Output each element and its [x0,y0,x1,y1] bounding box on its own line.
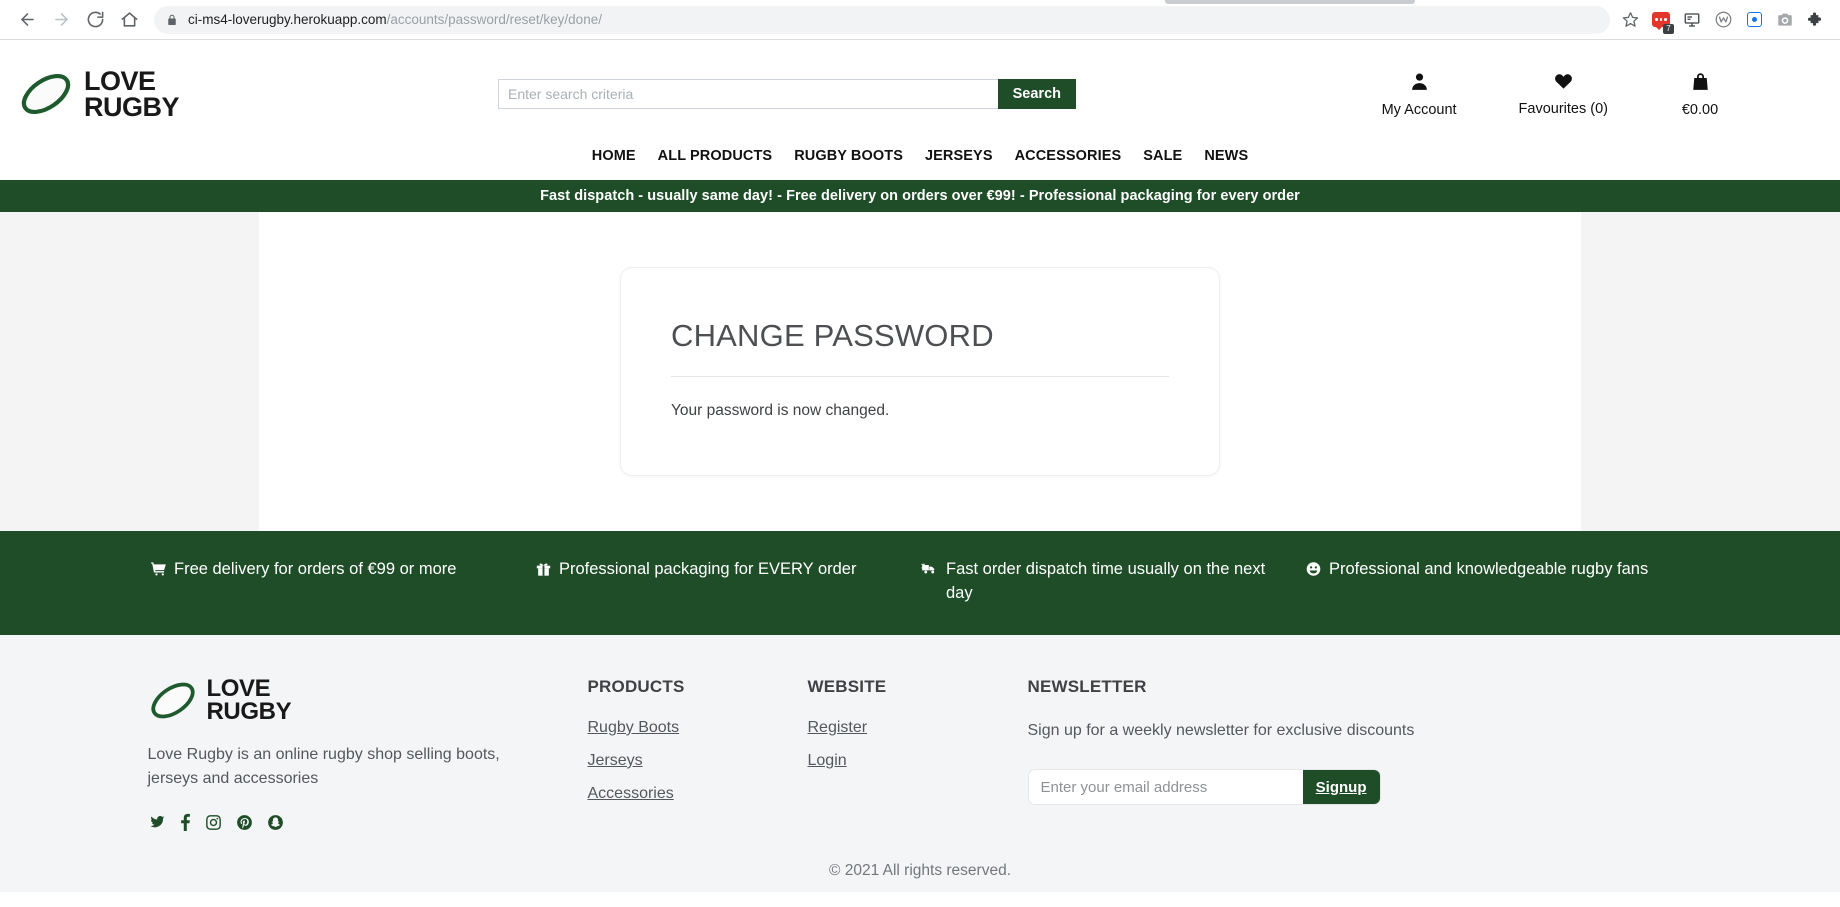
puzzle-extensions-icon[interactable] [1802,6,1830,34]
url-text: ci-ms4-loverugby.herokuapp.com/accounts/… [188,12,602,27]
change-password-card: CHANGE PASSWORD Your password is now cha… [620,267,1220,476]
shopping-bag-icon [1690,71,1711,97]
feature-free-delivery: Free delivery for orders of €99 or more [150,557,535,605]
nav-item-jerseys[interactable]: JERSEYS [925,148,993,164]
my-account-link[interactable]: My Account [1382,71,1457,118]
feature-dispatch: Fast order dispatch time usually on the … [920,557,1305,605]
website-root: LOVE RUGBY Search My Account [0,40,1840,892]
browser-toolbar: ci-ms4-loverugby.herokuapp.com/accounts/… [0,0,1840,40]
search-input[interactable] [498,79,998,109]
footer-link-jerseys[interactable]: Jerseys [588,752,643,769]
page-title: CHANGE PASSWORD [671,318,994,353]
nav-item-accessories[interactable]: ACCESSORIES [1015,148,1122,164]
header-actions: My Account Favourites (0) €0.00 [1382,71,1840,118]
heart-icon [1553,71,1574,96]
footer-products-heading: PRODUCTS [587,677,685,696]
feature-rugby-fans: Professional and knowledgeable rugby fan… [1305,557,1690,605]
site-search: Search [498,79,1076,109]
rugby-ball-icon [150,682,195,718]
footer-website-links: Register Login [808,719,1028,770]
footer-products-links: Rugby Boots Jerseys Accessories [588,719,808,803]
back-arrow-icon[interactable] [10,3,44,37]
newsletter-form: Signup [1027,769,1381,805]
favourites-label: Favourites (0) [1518,100,1608,117]
logo-line-2: RUGBY [84,92,180,122]
page-background: CHANGE PASSWORD Your password is now cha… [0,212,1840,531]
nav-item-all-products[interactable]: ALL PRODUCTS [658,148,773,164]
content-container: CHANGE PASSWORD Your password is now cha… [259,212,1581,531]
footer-logo[interactable]: LOVE RUGBY [148,677,538,725]
smiley-face-icon [1305,557,1322,584]
footer-logo-line-2: RUGBY [206,698,292,725]
social-links [148,813,538,836]
footer-link-accessories[interactable]: Accessories [588,785,674,802]
site-footer: LOVE RUGBY Love Rugby is an online rugby… [0,635,1840,892]
favourites-link[interactable]: Favourites (0) [1519,71,1608,117]
footer-website-heading: WEBSITE [807,677,887,696]
footer-newsletter-column: NEWSLETTER Sign up for a weekly newslett… [1027,677,1448,836]
footer-link-register[interactable]: Register [808,719,868,736]
copyright-text: © 2021 All rights reserved. [828,862,1011,879]
monitor-extension-icon[interactable] [1678,6,1706,34]
promo-banner: Fast dispatch - usually same day! - Free… [0,180,1840,212]
speech-bubble-extension-icon[interactable]: 7 [1647,6,1675,34]
feature-packaging: Professional packaging for EVERY order [535,557,920,605]
nav-item-sale[interactable]: SALE [1143,148,1182,164]
user-icon [1409,71,1430,97]
feature-text: Professional and knowledgeable rugby fan… [1329,560,1649,578]
camera-extension-icon[interactable] [1771,6,1799,34]
twitter-icon[interactable] [148,814,166,835]
footer-description: Love Rugby is an online rugby shop selli… [147,746,500,787]
reload-icon[interactable] [78,3,112,37]
nav-item-news[interactable]: NEWS [1204,148,1248,164]
footer-link-rugby-boots[interactable]: Rugby Boots [588,719,680,736]
footer-newsletter-heading: NEWSLETTER [1027,677,1147,696]
my-account-label: My Account [1381,101,1457,118]
cart-total-label: €0.00 [1681,101,1719,118]
url-domain: ci-ms4-loverugby.herokuapp.com [188,12,387,27]
newsletter-email-input[interactable] [1028,770,1303,804]
footer-products-column: PRODUCTS Rugby Boots Jerseys Accessories [588,677,808,836]
lock-icon [166,14,178,26]
nav-item-home[interactable]: HOME [592,148,636,164]
pinterest-icon[interactable] [236,814,253,836]
star-icon[interactable] [1616,6,1644,34]
delivery-truck-icon [920,557,939,584]
site-header: LOVE RUGBY Search My Account [0,40,1840,180]
search-button[interactable]: Search [997,79,1076,109]
w-circle-extension-icon[interactable] [1709,6,1737,34]
newsletter-description: Sign up for a weekly newsletter for excl… [1027,722,1415,739]
facebook-icon[interactable] [180,813,191,836]
feature-text: Fast order dispatch time usually on the … [946,560,1266,602]
title-divider [671,376,1169,377]
blue-square-extension-icon[interactable] [1740,6,1768,34]
footer-website-column: WEBSITE Register Login [808,677,1028,836]
shopping-cart-icon [150,557,167,584]
feature-text: Free delivery for orders of €99 or more [174,560,457,578]
gift-icon [535,557,552,584]
instagram-icon[interactable] [205,814,222,836]
url-path: /accounts/password/reset/key/done/ [386,12,602,27]
newsletter-signup-button[interactable]: Signup [1302,770,1380,804]
site-logo-text: LOVE RUGBY [84,68,180,122]
forward-arrow-icon[interactable] [44,3,78,37]
feature-text: Professional packaging for EVERY order [559,560,857,578]
footer-link-login[interactable]: Login [808,752,847,769]
header-top-row: LOVE RUGBY Search My Account [0,40,1840,148]
nav-item-rugby-boots[interactable]: RUGBY BOOTS [794,148,903,164]
snapchat-icon[interactable] [267,814,284,836]
home-icon[interactable] [112,3,146,37]
cart-link[interactable]: €0.00 [1670,71,1730,118]
main-navigation: HOME ALL PRODUCTS RUGBY BOOTS JERSEYS AC… [0,148,1840,180]
footer-logo-text: LOVE RUGBY [206,677,292,725]
browser-tab-stub[interactable] [1165,0,1415,4]
footer-brand-column: LOVE RUGBY Love Rugby is an online rugby… [148,677,588,836]
browser-extension-icons: 7 [1616,6,1830,34]
extension-badge-count: 7 [1663,23,1674,34]
site-logo[interactable]: LOVE RUGBY [18,68,458,122]
confirmation-message: Your password is now changed. [671,402,890,419]
features-bar: Free delivery for orders of €99 or more … [0,531,1840,635]
rugby-ball-icon [21,73,71,115]
address-bar[interactable]: ci-ms4-loverugby.herokuapp.com/accounts/… [154,5,1610,34]
